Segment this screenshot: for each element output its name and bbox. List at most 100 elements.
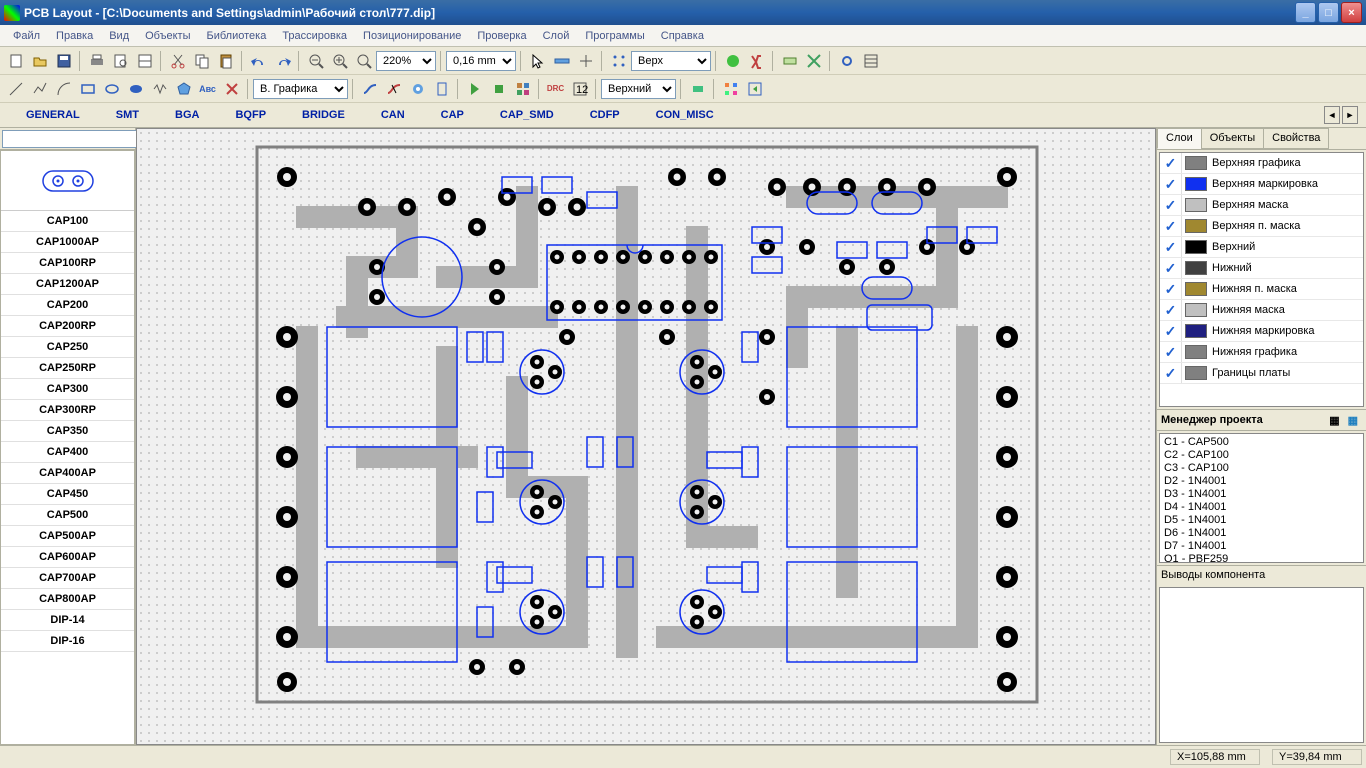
list-item[interactable]: CAP350 xyxy=(1,421,134,442)
list-item[interactable]: CAP300RP xyxy=(1,400,134,421)
zoom-out-icon[interactable] xyxy=(304,50,327,72)
ellipse-icon[interactable] xyxy=(100,78,123,100)
tab-layers[interactable]: Слои xyxy=(1157,128,1202,149)
tab-properties[interactable]: Свойства xyxy=(1263,128,1329,149)
list-item[interactable]: CAP1200AP xyxy=(1,274,134,295)
polyline-icon[interactable] xyxy=(28,78,51,100)
tab-bga[interactable]: BGA xyxy=(157,105,217,125)
tab-next-icon[interactable]: ► xyxy=(1342,106,1358,124)
tab-cap[interactable]: CAP xyxy=(423,105,482,125)
project-list[interactable]: C1 - CAP500 C2 - CAP100 C3 - CAP100 D2 -… xyxy=(1159,433,1364,563)
list-item[interactable]: CAP100RP xyxy=(1,253,134,274)
pcb-canvas[interactable] xyxy=(136,128,1156,745)
stop-icon[interactable] xyxy=(487,78,510,100)
menu-view[interactable]: Вид xyxy=(101,28,137,44)
check-icon[interactable]: ✓ xyxy=(1160,342,1182,362)
component-icon[interactable] xyxy=(686,78,709,100)
tab-capsmd[interactable]: CAP_SMD xyxy=(482,105,572,125)
list-item[interactable]: C1 - CAP500 xyxy=(1162,436,1361,449)
menu-programs[interactable]: Программы xyxy=(577,28,652,44)
undo-icon[interactable] xyxy=(247,50,270,72)
cursor-icon[interactable] xyxy=(526,50,549,72)
list-item[interactable]: CAP1000AP xyxy=(1,232,134,253)
tab-general[interactable]: GENERAL xyxy=(8,105,98,125)
ruler-icon[interactable] xyxy=(550,50,573,72)
draw-layer-select[interactable]: В. Графика xyxy=(253,79,348,99)
pcb-board[interactable] xyxy=(247,137,1047,717)
tab-prev-icon[interactable]: ◄ xyxy=(1324,106,1340,124)
check-icon[interactable]: ✓ xyxy=(1160,258,1182,278)
save-icon[interactable] xyxy=(52,50,75,72)
check-icon[interactable]: ✓ xyxy=(1160,300,1182,320)
list-item[interactable]: DIP-16 xyxy=(1,631,134,652)
menu-library[interactable]: Библиотека xyxy=(199,28,275,44)
list-item[interactable]: C3 - CAP100 xyxy=(1162,462,1361,475)
list-item[interactable]: CAP500 xyxy=(1,505,134,526)
paste-icon[interactable] xyxy=(214,50,237,72)
preview-icon[interactable] xyxy=(109,50,132,72)
tab-objects[interactable]: Объекты xyxy=(1201,128,1264,149)
menu-position[interactable]: Позиционирование xyxy=(355,28,469,44)
fanout-icon[interactable] xyxy=(430,78,453,100)
text-icon[interactable]: Авс xyxy=(196,78,219,100)
list-item[interactable]: CAP450 xyxy=(1,484,134,505)
list-item[interactable]: CAP500AP xyxy=(1,526,134,547)
grid-snap-icon[interactable] xyxy=(607,50,630,72)
find-icon[interactable] xyxy=(745,50,768,72)
maximize-button[interactable]: □ xyxy=(1318,2,1339,23)
zoom-in-icon[interactable] xyxy=(328,50,351,72)
titleblock-icon[interactable] xyxy=(133,50,156,72)
zigzag-icon[interactable] xyxy=(148,78,171,100)
panel-icon[interactable] xyxy=(859,50,882,72)
chip2-icon[interactable]: ▦ xyxy=(1348,414,1358,427)
delete-icon[interactable] xyxy=(220,78,243,100)
via-icon[interactable] xyxy=(406,78,429,100)
component-list[interactable]: CAP100 CAP1000AP CAP100RP CAP1200AP CAP2… xyxy=(0,150,135,745)
route-icon[interactable] xyxy=(358,78,381,100)
net-layer-select[interactable]: Верхний xyxy=(601,79,676,99)
unroute-icon[interactable] xyxy=(382,78,405,100)
menu-objects[interactable]: Объекты xyxy=(137,28,198,44)
tab-conmisc[interactable]: CON_MISC xyxy=(638,105,732,125)
menu-help[interactable]: Справка xyxy=(653,28,712,44)
list-item[interactable]: D6 - 1N4001 xyxy=(1162,527,1361,540)
print-icon[interactable] xyxy=(85,50,108,72)
colors-icon[interactable] xyxy=(802,50,825,72)
check-icon[interactable]: ✓ xyxy=(1160,195,1182,215)
zoom-select[interactable]: 220% xyxy=(376,51,436,71)
tab-smt[interactable]: SMT xyxy=(98,105,157,125)
origin-icon[interactable] xyxy=(574,50,597,72)
tab-cdfp[interactable]: CDFP xyxy=(572,105,638,125)
rect-icon[interactable] xyxy=(76,78,99,100)
menu-layer[interactable]: Слой xyxy=(535,28,578,44)
renumber-icon[interactable]: 12 xyxy=(568,78,591,100)
polygon-icon[interactable] xyxy=(172,78,195,100)
list-item[interactable]: D2 - 1N4001 xyxy=(1162,475,1361,488)
tab-can[interactable]: CAN xyxy=(363,105,423,125)
check-icon[interactable]: ✓ xyxy=(1160,216,1182,236)
list-item[interactable]: CAP300 xyxy=(1,379,134,400)
list-item[interactable]: CAP600AP xyxy=(1,547,134,568)
cut-icon[interactable] xyxy=(166,50,189,72)
list-item[interactable]: D4 - 1N4001 xyxy=(1162,501,1361,514)
list-item[interactable]: CAP200 xyxy=(1,295,134,316)
export-icon[interactable] xyxy=(743,78,766,100)
new-icon[interactable] xyxy=(4,50,27,72)
list-item[interactable]: D7 - 1N4001 xyxy=(1162,540,1361,553)
line-icon[interactable] xyxy=(4,78,27,100)
filled-ellipse-icon[interactable] xyxy=(124,78,147,100)
component-filter-input[interactable] xyxy=(2,130,146,148)
list-item[interactable]: CAP250RP xyxy=(1,358,134,379)
layer-select[interactable]: Верх xyxy=(631,51,711,71)
refresh-icon[interactable] xyxy=(835,50,858,72)
close-button[interactable]: × xyxy=(1341,2,1362,23)
check-icon[interactable]: ✓ xyxy=(1160,363,1182,383)
autoroute-icon[interactable] xyxy=(463,78,486,100)
list-item[interactable]: CAP400AP xyxy=(1,463,134,484)
menu-edit[interactable]: Правка xyxy=(48,28,101,44)
list-item[interactable]: CAP800AP xyxy=(1,589,134,610)
check-icon[interactable]: ✓ xyxy=(1160,237,1182,257)
layers-icon[interactable] xyxy=(719,78,742,100)
layers-list[interactable]: ✓Верхняя графика ✓Верхняя маркировка ✓Ве… xyxy=(1159,152,1364,407)
list-item[interactable]: CAP200RP xyxy=(1,316,134,337)
